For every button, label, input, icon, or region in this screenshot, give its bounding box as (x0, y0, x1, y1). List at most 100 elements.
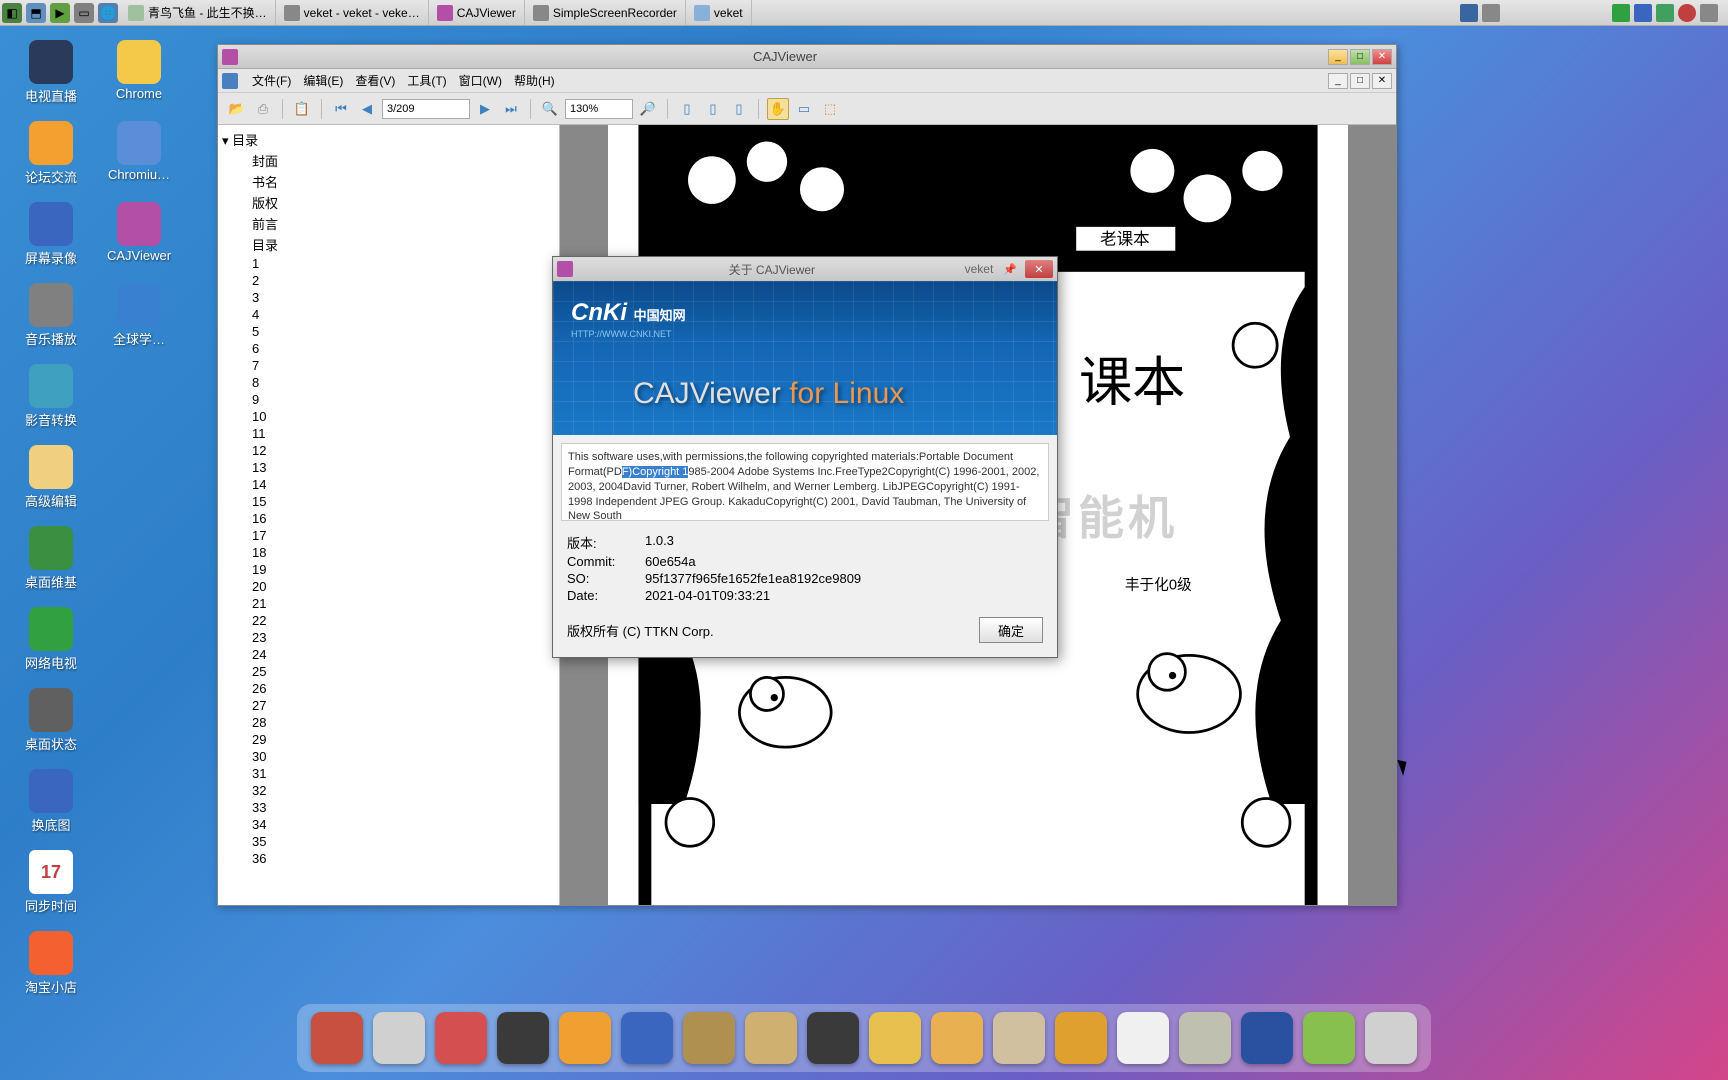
tree-item-6[interactable]: 6 (218, 340, 559, 357)
dock-item-0[interactable] (311, 1012, 363, 1064)
tree-item-26[interactable]: 26 (218, 680, 559, 697)
tree-item-16[interactable]: 16 (218, 510, 559, 527)
tree-item-14[interactable]: 14 (218, 476, 559, 493)
tree-item-25[interactable]: 25 (218, 663, 559, 680)
hand-tool-button[interactable]: ✋ (767, 98, 789, 120)
print-button[interactable]: ⎙ (252, 98, 274, 120)
layout-3-button[interactable]: ▯ (728, 98, 750, 120)
taskbar-launcher-3[interactable]: ▭ (74, 3, 94, 23)
inner-close-button[interactable]: ✕ (1372, 73, 1392, 89)
dock-item-2[interactable] (435, 1012, 487, 1064)
tray-icon-1[interactable] (1612, 4, 1630, 22)
about-close-button[interactable]: ✕ (1025, 260, 1053, 278)
desktop-icon-屏幕录像[interactable]: 屏幕录像 (14, 202, 88, 267)
menu-3[interactable]: 工具(T) (401, 72, 452, 89)
zoom-in-button[interactable]: 🔎 (637, 98, 659, 120)
dock-item-14[interactable] (1179, 1012, 1231, 1064)
first-page-button[interactable]: ⏮ (330, 98, 352, 120)
titlebar[interactable]: CAJViewer _ □ ✕ (218, 45, 1396, 69)
desktop-icon-CAJViewer[interactable]: CAJViewer (102, 202, 176, 267)
tree-root[interactable]: ▾ 目录 (218, 129, 559, 150)
tree-item-34[interactable]: 34 (218, 816, 559, 833)
desktop-icon-同步时间[interactable]: 17同步时间 (14, 850, 88, 915)
menu-4[interactable]: 窗口(W) (453, 72, 508, 89)
tree-item-35[interactable]: 35 (218, 833, 559, 850)
tray-workspace-2[interactable] (1482, 4, 1500, 22)
desktop-icon-网络电视[interactable]: 网络电视 (14, 607, 88, 672)
dock-item-4[interactable] (559, 1012, 611, 1064)
tree-item-8[interactable]: 8 (218, 374, 559, 391)
tree-item-封面[interactable]: 封面 (218, 150, 559, 171)
zoom-input[interactable] (565, 99, 633, 119)
desktop-icon-换底图[interactable]: 换底图 (14, 769, 88, 834)
dock-item-1[interactable] (373, 1012, 425, 1064)
tree-item-32[interactable]: 32 (218, 782, 559, 799)
ok-button[interactable]: 确定 (979, 617, 1043, 643)
dock-item-9[interactable] (869, 1012, 921, 1064)
menu-2[interactable]: 查看(V) (349, 72, 401, 89)
tree-item-2[interactable]: 2 (218, 272, 559, 289)
text-tool-button[interactable]: ⬚ (819, 98, 841, 120)
tree-item-目录[interactable]: 目录 (218, 234, 559, 255)
desktop-icon-电视直播[interactable]: 电视直播 (14, 40, 88, 105)
prev-page-button[interactable]: ◀ (356, 98, 378, 120)
taskbar-item-4[interactable]: veket (686, 0, 752, 25)
tree-item-30[interactable]: 30 (218, 748, 559, 765)
inner-maximize-button[interactable]: □ (1350, 73, 1370, 89)
taskbar-item-3[interactable]: SimpleScreenRecorder (525, 0, 686, 25)
tree-item-24[interactable]: 24 (218, 646, 559, 663)
tree-item-36[interactable]: 36 (218, 850, 559, 867)
copy-button[interactable]: 📋 (291, 98, 313, 120)
tree-item-18[interactable]: 18 (218, 544, 559, 561)
taskbar-item-1[interactable]: veket - veket - veke… (276, 0, 429, 25)
tree-item-19[interactable]: 19 (218, 561, 559, 578)
desktop-icon-影音转换[interactable]: 影音转换 (14, 364, 88, 429)
next-page-button[interactable]: ▶ (474, 98, 496, 120)
desktop-icon-全球学…[interactable]: 全球学… (102, 283, 176, 348)
menu-0[interactable]: 文件(F) (246, 72, 297, 89)
tree-item-17[interactable]: 17 (218, 527, 559, 544)
tree-item-23[interactable]: 23 (218, 629, 559, 646)
about-titlebar[interactable]: 关于 CAJViewer veket 📌 ✕ (553, 257, 1057, 281)
tree-item-7[interactable]: 7 (218, 357, 559, 374)
last-page-button[interactable]: ⏭ (500, 98, 522, 120)
tree-item-11[interactable]: 11 (218, 425, 559, 442)
desktop-icon-论坛交流[interactable]: 论坛交流 (14, 121, 88, 186)
inner-minimize-button[interactable]: _ (1328, 73, 1348, 89)
page-input[interactable] (382, 99, 470, 119)
layout-1-button[interactable]: ▯ (676, 98, 698, 120)
tray-icon-3[interactable] (1656, 4, 1674, 22)
tree-item-10[interactable]: 10 (218, 408, 559, 425)
close-button[interactable]: ✕ (1372, 49, 1392, 65)
tree-item-5[interactable]: 5 (218, 323, 559, 340)
tray-workspace-1[interactable] (1460, 4, 1478, 22)
about-license-text[interactable]: This software uses,with permissions,the … (561, 443, 1049, 521)
outline-sidebar[interactable]: ▾ 目录 封面书名版权前言目录1234567891011121314151617… (218, 125, 560, 905)
tray-record-icon[interactable] (1678, 4, 1696, 22)
desktop-icon-淘宝小店[interactable]: 淘宝小店 (14, 931, 88, 996)
tree-item-前言[interactable]: 前言 (218, 213, 559, 234)
tree-item-13[interactable]: 13 (218, 459, 559, 476)
desktop-icon-Chrome[interactable]: Chrome (102, 40, 176, 105)
tree-item-27[interactable]: 27 (218, 697, 559, 714)
tree-item-9[interactable]: 9 (218, 391, 559, 408)
tree-item-29[interactable]: 29 (218, 731, 559, 748)
desktop-icon-桌面状态[interactable]: 桌面状态 (14, 688, 88, 753)
start-icon[interactable]: ◧ (2, 3, 22, 23)
tree-item-12[interactable]: 12 (218, 442, 559, 459)
tree-item-33[interactable]: 33 (218, 799, 559, 816)
dock-item-11[interactable] (993, 1012, 1045, 1064)
dock-item-13[interactable] (1117, 1012, 1169, 1064)
dock-item-8[interactable] (807, 1012, 859, 1064)
dock-item-12[interactable] (1055, 1012, 1107, 1064)
desktop-icon-桌面维基[interactable]: 桌面维基 (14, 526, 88, 591)
taskbar-item-0[interactable]: 青鸟飞鱼 - 此生不换… (120, 0, 276, 25)
zoom-out-button[interactable]: 🔍 (539, 98, 561, 120)
tree-item-1[interactable]: 1 (218, 255, 559, 272)
tree-item-20[interactable]: 20 (218, 578, 559, 595)
dock-item-10[interactable] (931, 1012, 983, 1064)
desktop-icon-音乐播放[interactable]: 音乐播放 (14, 283, 88, 348)
tree-item-3[interactable]: 3 (218, 289, 559, 306)
select-tool-button[interactable]: ▭ (793, 98, 815, 120)
dock-item-17[interactable] (1365, 1012, 1417, 1064)
